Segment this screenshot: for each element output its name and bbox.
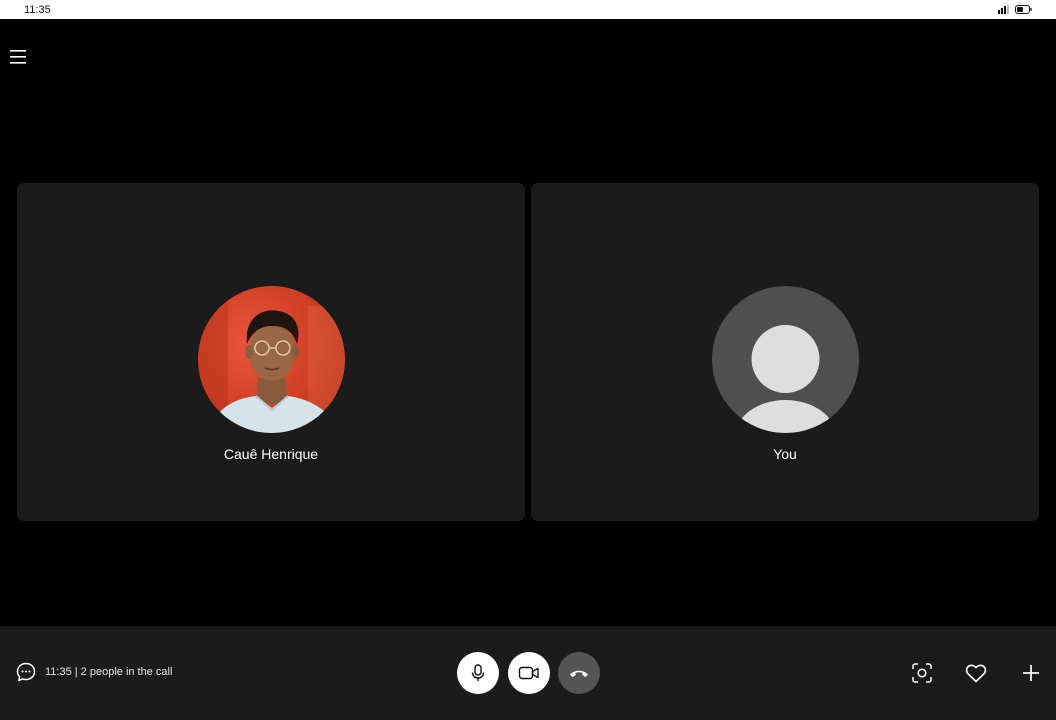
plus-icon[interactable] (1019, 661, 1043, 685)
participant-photo (198, 286, 345, 433)
screen-share-icon[interactable] (910, 661, 934, 685)
hamburger-menu-icon[interactable] (8, 47, 28, 67)
end-call-button[interactable] (558, 652, 600, 694)
call-info-text: 11:35 | 2 people in the call (45, 666, 173, 678)
battery-icon (1015, 5, 1032, 14)
participant-avatar (198, 286, 345, 433)
mute-button[interactable] (457, 652, 499, 694)
participant-tile-self[interactable]: You (531, 183, 1039, 521)
heart-icon[interactable] (964, 661, 988, 685)
participant-tile-remote[interactable]: Cauê Henrique (17, 183, 525, 521)
participant-name: You (773, 446, 797, 462)
default-person-icon (712, 286, 859, 433)
microphone-icon (471, 664, 485, 681)
participant-name: Cauê Henrique (223, 446, 319, 462)
call-control-bar: 11:35 | 2 people in the call (0, 626, 1056, 720)
end-call-icon (570, 670, 588, 677)
status-time: 11:35 (24, 4, 51, 16)
status-bar: 11:35 (0, 0, 1056, 19)
chat-icon[interactable] (15, 661, 37, 683)
video-camera-icon (518, 666, 539, 680)
signal-icon (998, 5, 1009, 14)
video-toggle-button[interactable] (508, 652, 550, 694)
